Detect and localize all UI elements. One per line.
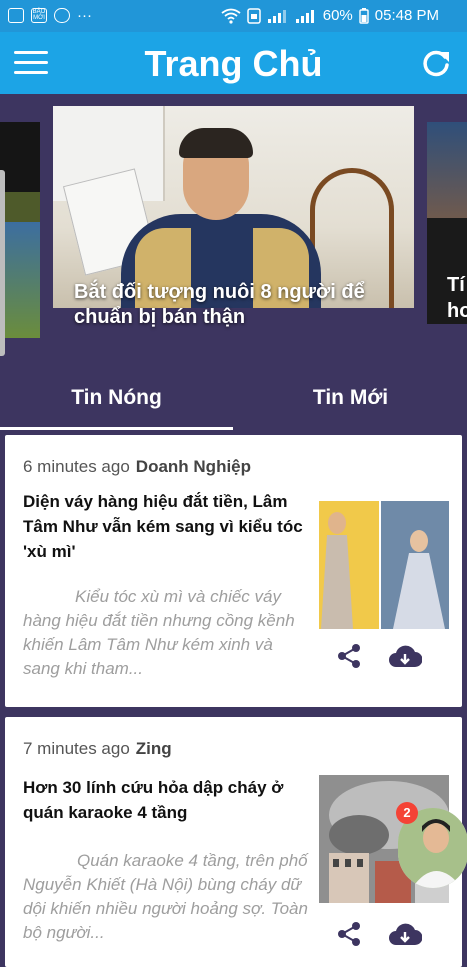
tab-tin-nong[interactable]: Tin Nóng	[0, 370, 233, 432]
refresh-icon[interactable]	[421, 48, 451, 78]
share-icon[interactable]	[336, 643, 362, 669]
article-thumbnail[interactable]	[319, 501, 449, 629]
cloud-download-icon[interactable]	[388, 643, 422, 669]
article-title[interactable]: Hơn 30 lính cứu hỏa dập cháy ở quán kara…	[23, 775, 315, 825]
article-meta: 6 minutes ago Doanh Nghiệp	[23, 457, 251, 477]
chat-head[interactable]: 2	[396, 802, 467, 888]
carousel-card-prev[interactable]	[0, 122, 40, 338]
article-source: Zing	[135, 739, 172, 758]
article-source: Doanh Nghiệp	[135, 457, 252, 476]
carousel-next-caption: Tí ho bạ	[447, 274, 467, 322]
share-icon[interactable]	[336, 921, 362, 947]
tab-tin-moi[interactable]: Tin Mới	[234, 370, 467, 432]
signal-1-icon	[267, 9, 286, 23]
edge-panel-handle[interactable]	[0, 170, 5, 356]
baomoi-icon: BÁO MỚI	[31, 8, 47, 23]
cloud-download-icon[interactable]	[388, 921, 422, 947]
page-title: Trang Chủ	[144, 43, 323, 84]
article-summary: Quán karaoke 4 tầng, trên phố Nguyễn Khi…	[23, 851, 308, 942]
article-summary: Kiểu tóc xù mì và chiếc váy hàng hiệu đắ…	[23, 587, 295, 678]
app-bar: Trang Chủ	[0, 32, 467, 94]
sim-icon	[247, 7, 261, 24]
carousel-card-next[interactable]: Tí ho bạ	[427, 122, 467, 324]
wifi-icon	[221, 8, 241, 24]
featured-carousel[interactable]: Bắt đối tượng nuôi 8 người để chuẩn bị b…	[0, 94, 467, 356]
carousel-caption: Bắt đối tượng nuôi 8 người để chuẩn bị b…	[74, 281, 365, 328]
battery-percent: 60%	[322, 7, 353, 24]
clock: 05:48 PM	[374, 7, 439, 24]
more-notifications-icon: ···	[77, 7, 92, 24]
battery-icon	[359, 7, 369, 24]
news-card[interactable]: 7 minutes ago Zing Hơn 30 lính cứu hỏa dậ…	[5, 717, 462, 967]
tab-bar: Tin Nóng Tin Mới	[0, 370, 467, 432]
article-meta: 7 minutes ago Zing	[23, 739, 172, 759]
signal-2-icon	[295, 9, 314, 23]
article-time: 6 minutes ago	[23, 457, 130, 476]
carousel-card-main[interactable]	[53, 106, 414, 308]
news-card[interactable]: 6 minutes ago Doanh Nghiệp Diện váy hàng …	[5, 435, 462, 707]
notification-badge: 2	[396, 802, 418, 824]
status-bar: BÁO MỚI ··· 60% 05:48 PM	[0, 0, 467, 32]
image-icon	[8, 8, 24, 23]
article-time: 7 minutes ago	[23, 739, 130, 758]
messenger-icon	[54, 8, 70, 23]
article-title[interactable]: Diện váy hàng hiệu đắt tiền, Lâm Tâm Như…	[23, 489, 315, 564]
